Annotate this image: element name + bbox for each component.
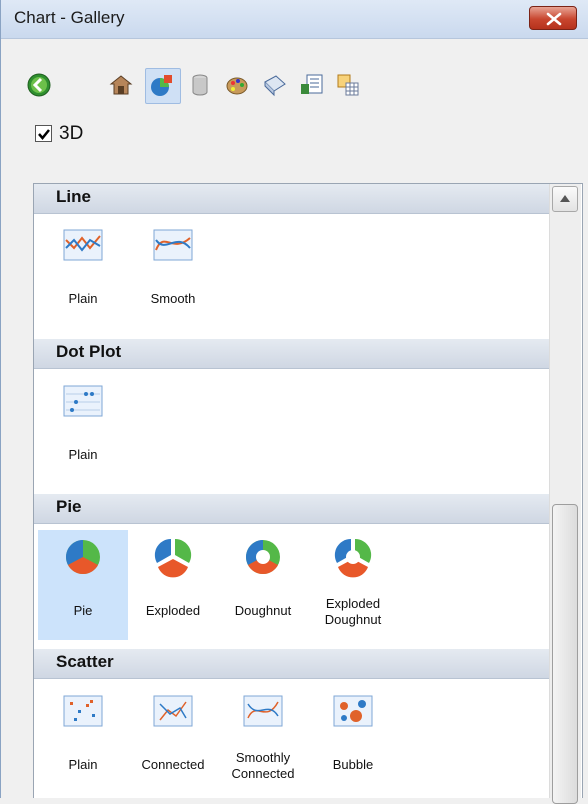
section-title: Scatter <box>56 652 114 671</box>
doughnut-chart-icon <box>246 540 280 574</box>
section-header-scatter: Scatter <box>34 649 550 679</box>
gallery-item-scatter-smooth[interactable]: Smoothly Connected <box>218 684 308 794</box>
palette-icon[interactable] <box>224 72 250 98</box>
item-label: Plain <box>68 757 98 772</box>
item-label-line2: Doughnut <box>324 612 382 627</box>
chart-gallery-icon[interactable] <box>145 68 181 104</box>
section-title: Dot Plot <box>56 342 122 361</box>
scroll-thumb[interactable] <box>552 504 578 804</box>
toolbar <box>1 68 588 110</box>
item-label-line1: Smoothly <box>235 750 291 765</box>
gallery-item-pie[interactable]: Pie <box>38 530 128 640</box>
section-title: Line <box>56 187 91 206</box>
item-label: Exploded <box>145 603 201 618</box>
exploded-doughnut-chart-icon <box>334 538 372 578</box>
scatter-connected-chart-icon <box>153 695 193 727</box>
three-d-label: 3D <box>59 123 84 144</box>
item-label-line1: Exploded <box>325 596 381 611</box>
form-icon[interactable] <box>299 72 325 98</box>
item-label-line2: Connected <box>231 766 295 781</box>
arrow-up-icon <box>560 195 570 202</box>
house-icon[interactable] <box>108 72 134 98</box>
cylinder-icon[interactable] <box>187 72 213 98</box>
section-header-pie: Pie <box>34 494 550 524</box>
vertical-scrollbar[interactable] <box>549 184 581 804</box>
chart-gallery-list: Line Plain Smooth Dot Plot Plain Pie Pie… <box>33 183 583 798</box>
gallery-item-pie-exploded[interactable]: Exploded <box>128 530 218 640</box>
item-label: Doughnut <box>234 603 292 618</box>
section-title: Pie <box>56 497 82 516</box>
close-button[interactable] <box>529 6 577 30</box>
gallery-item-scatter-connected[interactable]: Connected <box>128 684 218 794</box>
gallery-item-line-smooth[interactable]: Smooth <box>128 218 218 328</box>
item-label: Pie <box>73 603 93 618</box>
scatter-plain-chart-icon <box>63 695 103 727</box>
scatter-smooth-chart-icon <box>243 695 283 727</box>
dot-plot-chart-icon <box>63 385 103 417</box>
section-header-line: Line <box>34 184 550 214</box>
close-icon <box>546 12 562 26</box>
window-title: Chart - Gallery <box>14 8 125 27</box>
line-smooth-chart-icon <box>153 229 193 261</box>
gallery-item-bubble[interactable]: Bubble <box>308 684 398 794</box>
exploded-pie-chart-icon <box>154 538 192 578</box>
item-label: Bubble <box>332 757 374 772</box>
scroll-up-button[interactable] <box>552 186 578 212</box>
three-d-checkbox[interactable] <box>35 125 52 142</box>
table-icon[interactable] <box>335 72 361 98</box>
item-label: Plain <box>68 447 98 462</box>
item-label: Smooth <box>150 291 196 306</box>
section-header-dot-plot: Dot Plot <box>34 339 550 369</box>
gallery-item-doughnut[interactable]: Doughnut <box>218 530 308 640</box>
line-plain-chart-icon <box>63 229 103 261</box>
checkmark-icon <box>38 129 50 140</box>
item-label: Smoothly Connected <box>218 750 308 782</box>
gallery-item-exploded-doughnut[interactable]: Exploded Doughnut <box>308 530 398 640</box>
title-bar[interactable]: Chart - Gallery <box>1 0 588 39</box>
gallery-item-dot-plain[interactable]: Plain <box>38 374 128 484</box>
item-label: Connected <box>141 757 205 772</box>
plane-icon[interactable] <box>262 72 288 98</box>
gallery-item-scatter-plain[interactable]: Plain <box>38 684 128 794</box>
item-label: Plain <box>68 291 98 306</box>
chart-gallery-window: Chart - Gallery 3D Line Plain Smooth Dot… <box>0 0 588 804</box>
back-icon[interactable] <box>26 72 52 98</box>
gallery-item-line-plain[interactable]: Plain <box>38 218 128 328</box>
bubble-chart-icon <box>333 695 373 727</box>
pie-chart-icon <box>66 540 100 574</box>
item-label: Exploded Doughnut <box>308 596 398 628</box>
